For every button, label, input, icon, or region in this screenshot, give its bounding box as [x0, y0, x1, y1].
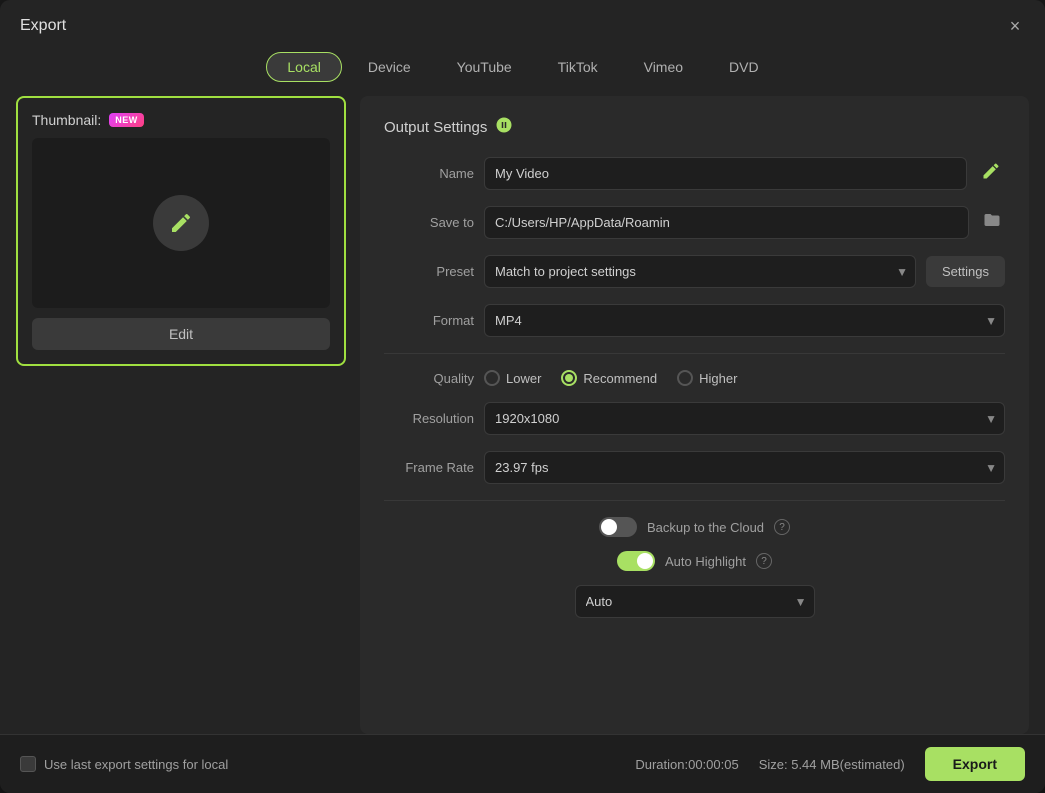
tab-vimeo[interactable]: Vimeo	[624, 53, 703, 81]
format-row: Format MP4 ▼	[384, 304, 1005, 337]
frame-rate-select[interactable]: 23.97 fps	[484, 451, 1005, 484]
use-last-settings-label: Use last export settings for local	[44, 757, 228, 772]
section-title: Output Settings	[384, 116, 1005, 139]
divider-1	[384, 353, 1005, 354]
quality-label: Quality	[384, 371, 474, 386]
lower-radio-circle	[484, 370, 500, 386]
thumbnail-text: Thumbnail:	[32, 112, 101, 128]
thumbnail-edit-icon	[153, 195, 209, 251]
quality-options: Lower Recommend Higher	[484, 370, 737, 386]
name-label: Name	[384, 166, 474, 181]
resolution-select[interactable]: 1920x1080	[484, 402, 1005, 435]
auto-highlight-toggle[interactable]	[617, 551, 655, 571]
frame-rate-label: Frame Rate	[384, 460, 474, 475]
auto-highlight-help[interactable]: ?	[756, 553, 772, 569]
quality-higher[interactable]: Higher	[677, 370, 737, 386]
ai-rename-button[interactable]	[977, 159, 1005, 188]
backup-cloud-row: Backup to the Cloud ?	[384, 517, 1005, 537]
higher-label: Higher	[699, 371, 737, 386]
duration-value: 00:00:05	[688, 757, 739, 772]
quality-recommend[interactable]: Recommend	[561, 370, 657, 386]
quality-lower[interactable]: Lower	[484, 370, 541, 386]
save-to-row: Save to	[384, 206, 1005, 239]
tab-tiktok[interactable]: TikTok	[538, 53, 618, 81]
tab-local[interactable]: Local	[266, 52, 341, 82]
recommend-label: Recommend	[583, 371, 657, 386]
save-to-input[interactable]	[484, 206, 969, 239]
output-settings-icon	[495, 116, 513, 139]
preset-select[interactable]: Match to project settings	[484, 255, 916, 288]
bottom-info: Duration:00:00:05 Size: 5.44 MB(estimate…	[635, 747, 1025, 781]
backup-cloud-label: Backup to the Cloud	[647, 520, 764, 535]
export-dialog: Export × Local Device YouTube TikTok Vim…	[0, 0, 1045, 793]
tab-bar: Local Device YouTube TikTok Vimeo DVD	[0, 46, 1045, 96]
thumbnail-preview	[32, 138, 330, 308]
duration-label: Duration:	[635, 757, 688, 772]
duration-display: Duration:00:00:05	[635, 757, 738, 772]
auto-highlight-select-row: Auto ▼	[384, 585, 1005, 618]
quality-row: Quality Lower Recommend Higher	[384, 370, 1005, 386]
thumbnail-box: Thumbnail: NEW Edit	[16, 96, 346, 366]
frame-rate-select-wrap: 23.97 fps ▼	[484, 451, 1005, 484]
backup-cloud-toggle-knob	[601, 519, 617, 535]
preset-row: Preset Match to project settings ▼ Setti…	[384, 255, 1005, 288]
resolution-select-wrap: 1920x1080 ▼	[484, 402, 1005, 435]
auto-highlight-toggle-knob	[637, 553, 653, 569]
edit-button[interactable]: Edit	[32, 318, 330, 350]
left-panel: Thumbnail: NEW Edit	[16, 96, 346, 734]
recommend-radio-dot	[565, 374, 573, 382]
name-row: Name	[384, 157, 1005, 190]
right-panel: Output Settings Name Save	[360, 96, 1029, 734]
size-display: Size: 5.44 MB(estimated)	[759, 757, 905, 772]
settings-button[interactable]: Settings	[926, 256, 1005, 287]
format-label: Format	[384, 313, 474, 328]
section-title-text: Output Settings	[384, 119, 487, 136]
resolution-row: Resolution 1920x1080 ▼	[384, 402, 1005, 435]
thumbnail-label: Thumbnail: NEW	[32, 112, 330, 128]
save-to-label: Save to	[384, 215, 474, 230]
divider-2	[384, 500, 1005, 501]
higher-radio-circle	[677, 370, 693, 386]
use-last-settings-wrap: Use last export settings for local	[20, 756, 228, 772]
use-last-settings-checkbox[interactable]	[20, 756, 36, 772]
close-button[interactable]: ×	[1005, 16, 1025, 36]
format-select-wrap: MP4 ▼	[484, 304, 1005, 337]
auto-highlight-select[interactable]: Auto	[575, 585, 815, 618]
format-select[interactable]: MP4	[484, 304, 1005, 337]
content-area: Thumbnail: NEW Edit Output Settings	[0, 96, 1045, 734]
tab-device[interactable]: Device	[348, 53, 431, 81]
new-badge: NEW	[109, 113, 144, 127]
auto-highlight-row: Auto Highlight ?	[384, 551, 1005, 571]
bottom-bar: Use last export settings for local Durat…	[0, 734, 1045, 793]
backup-cloud-toggle[interactable]	[599, 517, 637, 537]
recommend-radio-circle	[561, 370, 577, 386]
preset-select-wrap: Match to project settings ▼	[484, 255, 916, 288]
folder-browse-button[interactable]	[979, 209, 1005, 236]
title-bar: Export ×	[0, 0, 1045, 46]
auto-highlight-select-wrap: Auto ▼	[575, 585, 815, 618]
preset-label: Preset	[384, 264, 474, 279]
tab-dvd[interactable]: DVD	[709, 53, 779, 81]
lower-label: Lower	[506, 371, 541, 386]
export-button[interactable]: Export	[925, 747, 1025, 781]
backup-cloud-help[interactable]: ?	[774, 519, 790, 535]
resolution-label: Resolution	[384, 411, 474, 426]
auto-highlight-label: Auto Highlight	[665, 554, 746, 569]
tab-youtube[interactable]: YouTube	[437, 53, 532, 81]
name-input[interactable]	[484, 157, 967, 190]
dialog-title: Export	[20, 17, 66, 35]
frame-rate-row: Frame Rate 23.97 fps ▼	[384, 451, 1005, 484]
